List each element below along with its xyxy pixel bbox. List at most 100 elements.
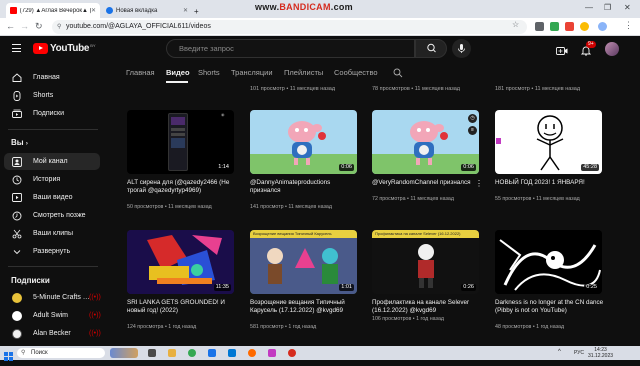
extension-icon[interactable] (565, 22, 574, 31)
browser-tab-active[interactable]: (729) ▲Аглая Вечерок▲ (20… ✕ (6, 3, 100, 18)
video-title[interactable]: НОВЫЙ ГОД 2023! 1 ЯНВАРЯ! (495, 179, 605, 187)
task-view-icon[interactable] (148, 349, 156, 357)
video-title[interactable]: Возрощение вещания Типичный Карусель (17… (250, 299, 360, 315)
store-icon[interactable] (228, 349, 236, 357)
back-icon[interactable]: ← (6, 21, 15, 31)
channel-avatar (11, 292, 23, 303)
search-icon (427, 43, 436, 53)
video-title[interactable]: @VeryRandomChannel признался (372, 179, 482, 187)
app-icon[interactable] (268, 349, 276, 357)
video-thumbnail[interactable]: ◉ 1:14 (127, 110, 234, 174)
youtube-logo[interactable]: YouTube BY (33, 43, 96, 54)
add-to-queue-icon[interactable]: ≡ (468, 126, 477, 135)
watch-later-icon[interactable]: ◷ (468, 114, 477, 123)
browser-tab[interactable]: Новая вкладка ✕ (102, 3, 192, 18)
bookmark-star-icon[interactable]: ☆ (512, 20, 519, 29)
file-explorer-icon[interactable] (168, 349, 176, 357)
site-info-icon[interactable]: ⚲ (57, 20, 61, 34)
widgets-icon[interactable] (110, 348, 138, 358)
tab-home[interactable]: Главная (126, 68, 155, 77)
video-meta: 101 просмотр • 11 месяцев назад (250, 86, 336, 92)
firefox-icon[interactable] (248, 349, 256, 357)
you-section-title[interactable]: Вы › (11, 138, 28, 147)
sidebar-subscription-5-minute-crafts[interactable]: 5-Minute Crafts … ((•)) (4, 289, 101, 306)
sidebar-item-expand[interactable]: Развернуть (4, 243, 100, 260)
sidebar-item-history[interactable]: История (4, 171, 100, 188)
sidebar: Главная Shorts Подписки Вы › Мой канал И… (0, 62, 104, 346)
windows-start-icon[interactable] (4, 348, 13, 361)
tab-shorts[interactable]: Shorts (198, 68, 220, 77)
maximize-button[interactable]: ❐ (604, 3, 611, 12)
video-title[interactable]: ALT сирена для (@qazedy2466 (Не трогай @… (127, 179, 237, 195)
tab-videos[interactable]: Видео (166, 68, 190, 77)
bandicam-icon[interactable] (288, 349, 296, 357)
youtube-favicon-icon (10, 7, 17, 14)
video-thumbnail[interactable]: 0:25 (495, 230, 602, 294)
close-tab-icon[interactable]: ✕ (91, 7, 96, 14)
video-thumbnail[interactable]: 45:28 (495, 110, 602, 174)
minimize-button[interactable]: — (585, 3, 593, 12)
video-thumbnail[interactable]: Профилактика на канале Selever (16.12.20… (372, 230, 479, 294)
video-title[interactable]: Профилактика на канале Selever (16.12.20… (372, 299, 482, 315)
phone-screenshot-image (168, 113, 188, 171)
duration-badge: 1:01 (339, 284, 354, 291)
system-clock[interactable]: 14:23 31.12.2023 (588, 347, 613, 359)
sidebar-subscription-alan-becker[interactable]: Alan Becker ((•)) (4, 325, 101, 342)
sidebar-subscription-adult-swim[interactable]: Adult Swim ((•)) (4, 307, 101, 324)
sidebar-item-my-channel[interactable]: Мой канал (4, 153, 100, 170)
search-button[interactable] (415, 39, 447, 58)
extension-icon[interactable] (550, 22, 559, 31)
video-thumbnail[interactable]: 11:35 (127, 230, 234, 294)
channel-icon (11, 156, 23, 167)
tab-playlists[interactable]: Плейлисты (284, 68, 323, 77)
channel-avatar (11, 328, 23, 339)
edge-icon[interactable] (208, 349, 216, 357)
sidebar-item-your-clips[interactable]: Ваши клипы (4, 225, 100, 242)
video-thumbnail[interactable]: ◷ ≡ 0:06 (372, 110, 479, 174)
video-camera-plus-icon (556, 47, 568, 55)
account-avatar[interactable] (605, 42, 619, 56)
search-icon: ⚲ (21, 350, 26, 356)
video-meta: 78 просмотров • 11 месяцев назад (372, 86, 460, 92)
video-thumbnail[interactable]: Возрощение вещания Типичный Карусель 1:0… (250, 230, 357, 294)
sidebar-item-subscriptions[interactable]: Подписки (4, 105, 100, 122)
sidebar-item-your-videos[interactable]: Ваши видео (4, 189, 100, 206)
live-indicator-icon: ((•)) (89, 312, 101, 319)
tray-chevron-icon[interactable]: ^ (558, 349, 561, 355)
taskbar-search-input[interactable]: ⚲ Поиск (17, 348, 105, 358)
forward-icon[interactable]: → (20, 21, 29, 31)
voice-search-button[interactable] (452, 39, 471, 58)
extension-icon[interactable] (535, 22, 544, 31)
hamburger-menu-icon[interactable] (12, 44, 21, 52)
profile-icon[interactable] (598, 22, 607, 31)
reload-icon[interactable]: ↻ (35, 21, 43, 32)
create-video-button[interactable] (556, 43, 568, 61)
search-input[interactable]: Введите запрос (166, 39, 415, 58)
close-window-button[interactable]: ✕ (624, 3, 631, 12)
video-title[interactable]: SRI LANKA GETS GROUNDED! И новый год! (2… (127, 299, 237, 315)
browser-tab-strip: (729) ▲Аглая Вечерок▲ (20… ✕ Новая вклад… (0, 0, 640, 18)
sidebar-item-shorts[interactable]: Shorts (4, 87, 100, 104)
tab-community[interactable]: Сообщество (334, 68, 378, 77)
chrome-icon[interactable] (188, 349, 196, 357)
browser-menu-icon[interactable]: ⋮ (624, 20, 633, 31)
video-title[interactable]: Darkness is no longer at the CN dance (P… (495, 299, 605, 315)
language-indicator[interactable]: РУС (574, 350, 584, 356)
video-title[interactable]: @DannyAnimateproductions признался (250, 179, 360, 195)
video-meta: 48 просмотров • 1 год назад (495, 324, 565, 330)
sidebar-divider (8, 266, 98, 267)
extension-icon[interactable] (580, 22, 589, 31)
tab-live[interactable]: Трансляции (231, 68, 273, 77)
new-tab-button[interactable]: + (194, 4, 204, 19)
channel-search-icon[interactable] (393, 68, 403, 78)
sidebar-item-watch-later[interactable]: Смотреть позже (4, 207, 100, 224)
more-actions-icon[interactable]: ⋮ (475, 179, 483, 188)
close-tab-icon[interactable]: ✕ (183, 7, 188, 14)
watch-later-icon (11, 211, 23, 221)
address-bar[interactable]: ⚲ youtube.com/@AGLAYA_OFFICIAL611/videos (52, 20, 527, 34)
cartoon-character-image (418, 244, 434, 288)
video-thumbnail[interactable]: 0:06 (250, 110, 357, 174)
tab-label: Новая вкладка (116, 7, 158, 14)
sidebar-item-home[interactable]: Главная (4, 69, 100, 86)
youtube-header: YouTube BY Введите запрос 9+ (0, 36, 640, 62)
